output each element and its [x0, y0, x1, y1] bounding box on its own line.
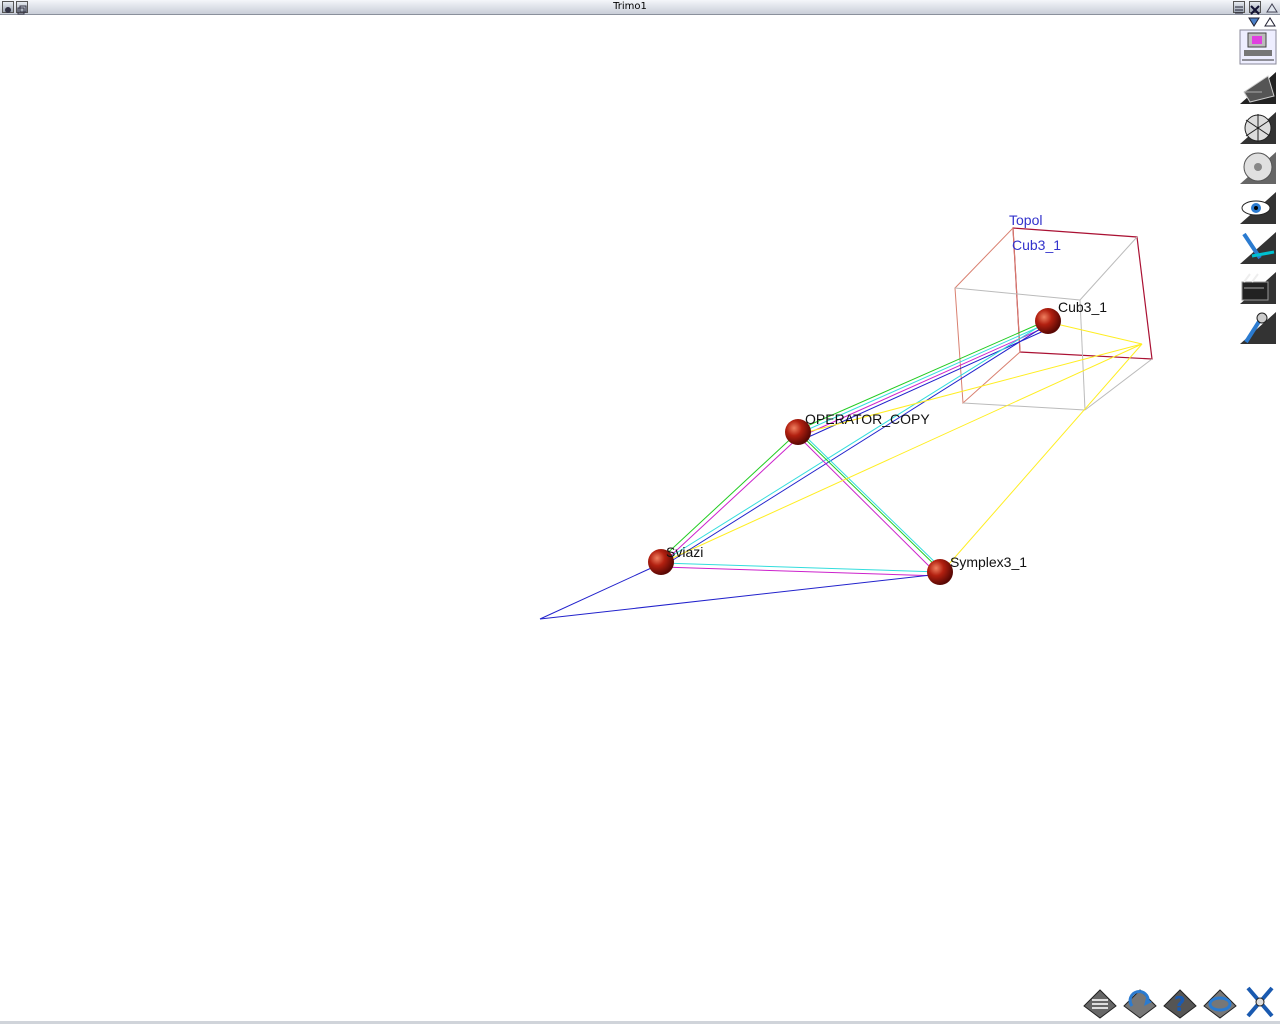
svg-text:?: ?: [1174, 992, 1186, 1016]
clapper-icon: [1240, 272, 1276, 304]
edge-operator-symplex-magenta: [797, 435, 938, 575]
disc-button[interactable]: [1238, 148, 1278, 186]
box-label-topol[interactable]: Topol: [1009, 212, 1042, 228]
node-label-sviazi: Sviazi: [666, 544, 704, 560]
help-button[interactable]: ?: [1162, 982, 1198, 1020]
layers-button[interactable]: [1082, 982, 1118, 1020]
right-toolbar: [1238, 28, 1280, 348]
edge-sviazi-cub-cyan: [661, 320, 1049, 563]
node-label-symplex: Symplex3_1: [950, 554, 1028, 570]
layers-icon: [1083, 989, 1117, 1019]
edge-sviazi-cub-blue: [664, 323, 1049, 566]
monitor-button[interactable]: [1238, 28, 1278, 66]
edge-operator-symplex-green: [799, 433, 941, 571]
envelope-icon: [1240, 72, 1276, 104]
edge-sviazi-symplex-magenta: [661, 566, 941, 577]
exit-button[interactable]: [1242, 982, 1278, 1020]
eye-icon: [1240, 192, 1276, 224]
web-icon: [1240, 112, 1276, 144]
help-icon: ?: [1163, 989, 1197, 1019]
pen-icon: [1240, 232, 1276, 264]
microphone-icon: [1240, 312, 1276, 344]
box-label-cub[interactable]: Cub3_1: [1012, 237, 1061, 253]
web-button[interactable]: [1238, 108, 1278, 146]
node-label-operator: OPERATOR_COPY: [805, 411, 930, 427]
exit-icon: [1246, 986, 1274, 1018]
media-button[interactable]: [1238, 268, 1278, 306]
mail-button[interactable]: [1238, 68, 1278, 106]
edge-yellow-3: [663, 343, 1143, 563]
edge-yellow-4: [941, 343, 1143, 573]
disc-icon: [1240, 152, 1276, 184]
view-button[interactable]: [1238, 188, 1278, 226]
graph-edges: [539, 319, 1143, 620]
edge-blue-tail-2: [539, 573, 941, 620]
cube-edge: [962, 402, 1086, 411]
rotate-button[interactable]: [1122, 982, 1158, 1020]
edge-yellow-1: [1047, 321, 1143, 345]
edge-sviazi-operator-green: [659, 431, 799, 561]
audio-button[interactable]: [1238, 308, 1278, 346]
edge-sviazi-symplex-cyan: [661, 562, 941, 573]
bottom-toolbar: ?: [1082, 982, 1278, 1022]
node-label-cub3: Cub3_1: [1058, 299, 1108, 315]
refresh-icon: [1203, 989, 1237, 1019]
rotate-icon: [1123, 989, 1157, 1019]
cube-edge: [1084, 358, 1153, 411]
monitor-icon: [1239, 29, 1277, 65]
draw-button[interactable]: [1238, 228, 1278, 266]
edge-blue-tail-1: [539, 563, 661, 620]
graph-scene[interactable]: [0, 0, 1280, 1024]
edge-operator-symplex-cyan: [802, 433, 944, 571]
cube-edge: [1079, 236, 1138, 301]
refresh-button[interactable]: [1202, 982, 1238, 1020]
